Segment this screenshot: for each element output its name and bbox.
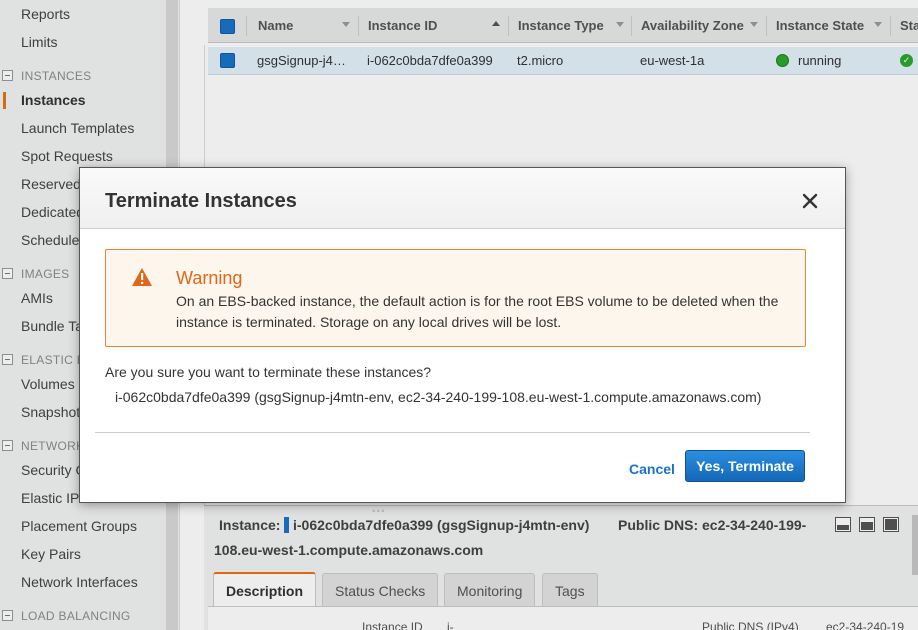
warning-text: On an EBS-backed instance, the default a… — [176, 293, 779, 330]
terminate-instances-dialog: Terminate Instances Warning On an EBS-ba… — [79, 167, 846, 503]
yes-terminate-button[interactable]: Yes, Terminate — [685, 450, 805, 482]
instance-to-terminate: i-062c0bda7dfe0a399 (gsgSignup-j4mtn-env… — [115, 389, 762, 405]
warning-alert: Warning On an EBS-backed instance, the d… — [105, 249, 806, 347]
dialog-title: Terminate Instances — [105, 190, 297, 212]
dialog-header: Terminate Instances — [80, 168, 845, 229]
cancel-button[interactable]: Cancel — [629, 461, 675, 477]
confirmation-question: Are you sure you want to terminate these… — [105, 364, 432, 380]
dialog-divider — [95, 432, 810, 433]
close-icon[interactable] — [801, 192, 819, 210]
warning-icon — [131, 267, 153, 287]
warning-title: Warning — [176, 268, 243, 288]
